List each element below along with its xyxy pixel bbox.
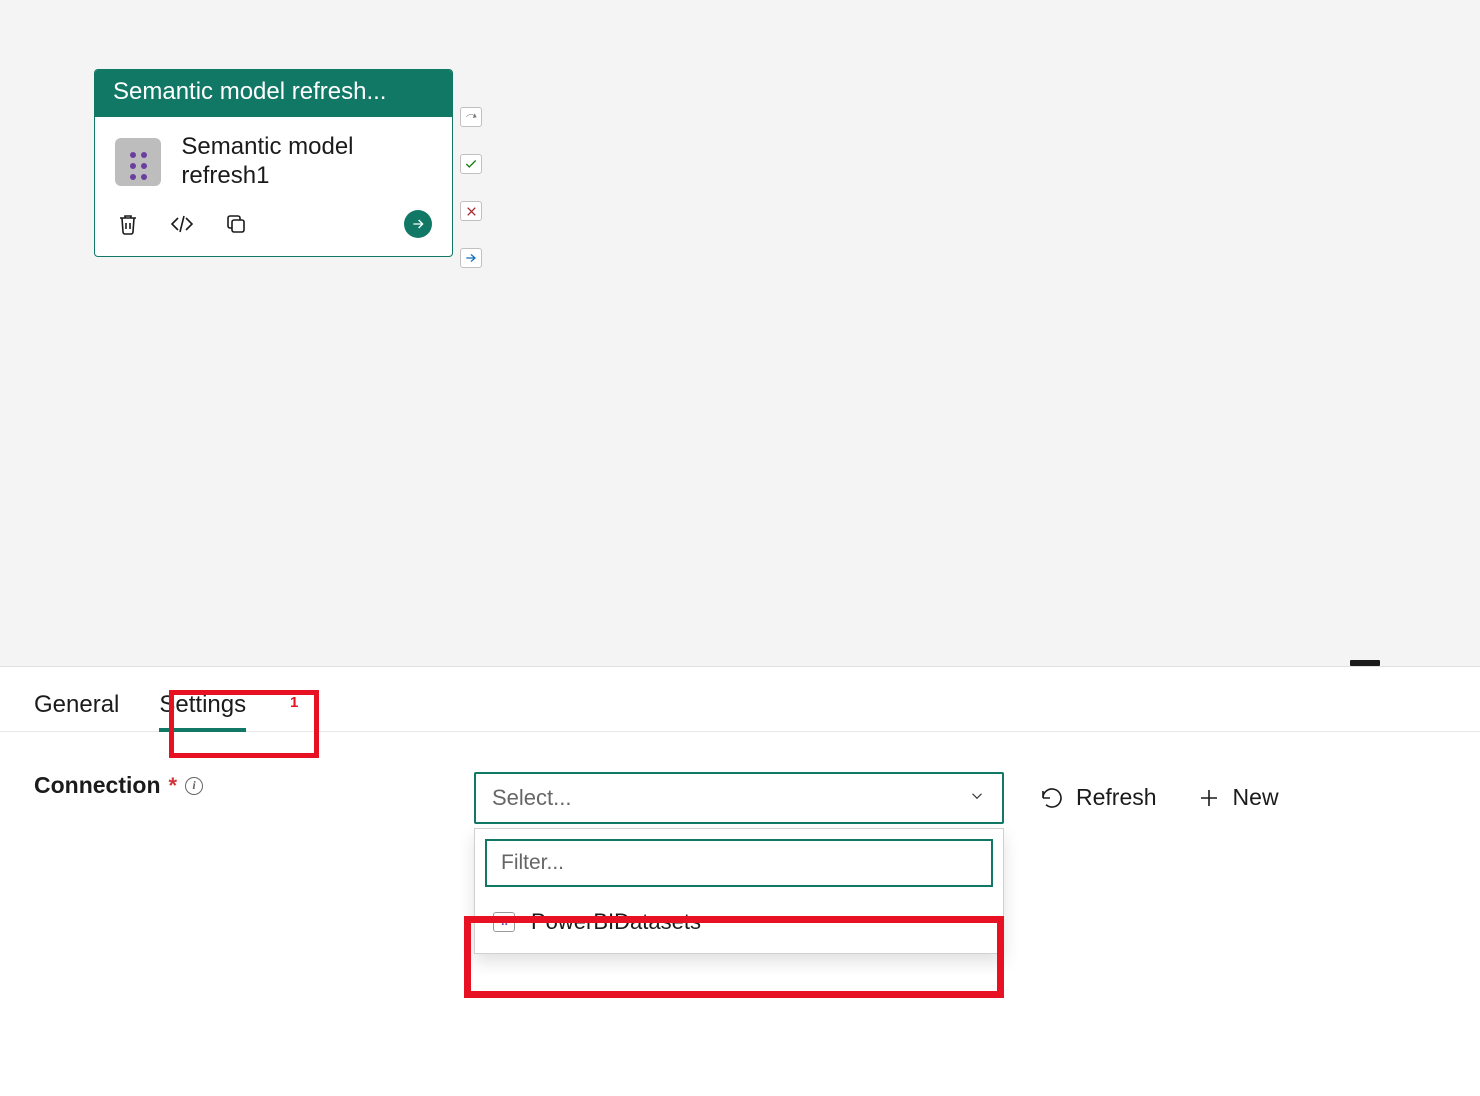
code-icon[interactable] xyxy=(169,211,195,237)
panel-collapse-handle[interactable] xyxy=(1350,660,1380,666)
new-button[interactable]: New xyxy=(1191,772,1285,823)
chevron-down-icon xyxy=(968,787,986,810)
properties-panel: General Settings Connection * i Select..… xyxy=(0,667,1480,824)
connection-filter-input[interactable] xyxy=(485,839,993,887)
activity-card[interactable]: Semantic model refresh... Semantic model… xyxy=(94,69,453,257)
tab-general[interactable]: General xyxy=(34,681,119,731)
activity-type-icon xyxy=(115,138,161,186)
refresh-label: Refresh xyxy=(1076,784,1157,811)
new-label: New xyxy=(1233,784,1279,811)
refresh-button[interactable]: Refresh xyxy=(1034,772,1163,823)
dataset-icon: ⠿ xyxy=(493,912,515,932)
connection-dropdown: ⠿ PowerBIDatasets xyxy=(474,828,1004,954)
activity-name: Semantic model refresh1 xyxy=(181,133,432,191)
info-icon[interactable]: i xyxy=(185,777,203,795)
annotation-number-1: 1 xyxy=(290,694,298,711)
status-success-icon[interactable] xyxy=(460,154,482,174)
status-completion-icon[interactable] xyxy=(460,248,482,268)
delete-icon[interactable] xyxy=(115,211,141,237)
pipeline-canvas[interactable]: Semantic model refresh... Semantic model… xyxy=(0,0,1480,667)
run-arrow-button[interactable] xyxy=(404,210,432,238)
tab-settings[interactable]: Settings xyxy=(159,681,246,731)
status-failure-icon[interactable] xyxy=(460,201,482,221)
connection-label: Connection * i xyxy=(34,772,464,799)
connection-option-label: PowerBIDatasets xyxy=(531,909,701,935)
required-marker: * xyxy=(169,773,178,799)
status-skip-icon[interactable] xyxy=(460,107,482,127)
activity-card-header: Semantic model refresh... xyxy=(95,70,452,117)
connection-select-placeholder: Select... xyxy=(492,785,571,811)
copy-icon[interactable] xyxy=(223,211,249,237)
connection-select[interactable]: Select... xyxy=(474,772,1004,824)
connection-label-text: Connection xyxy=(34,772,161,799)
status-handle-stack xyxy=(460,107,482,268)
connection-option[interactable]: ⠿ PowerBIDatasets xyxy=(485,893,993,953)
